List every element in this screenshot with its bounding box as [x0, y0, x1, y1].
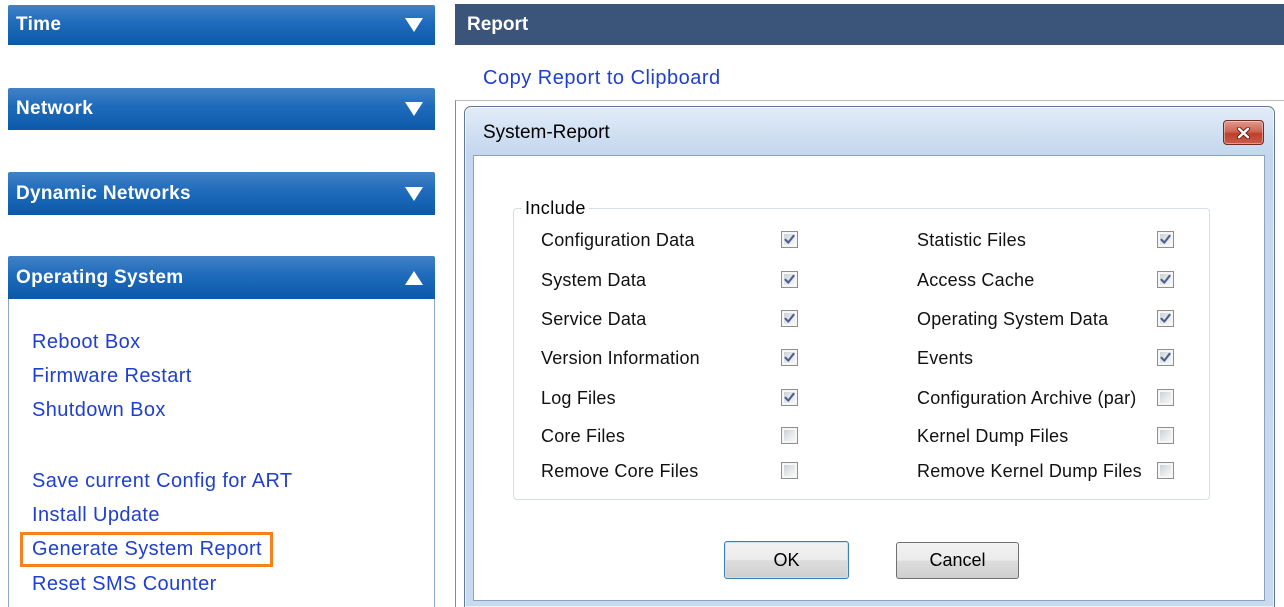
option-label: Events [917, 348, 974, 368]
checkmark-icon [784, 392, 795, 402]
configuration-data-checkbox[interactable] [781, 231, 798, 248]
save-config-for-art-link[interactable]: Save current Config for ART [20, 464, 304, 499]
operating-system-panel: Reboot Box Firmware Restart Shutdown Box… [8, 299, 435, 607]
dialog-close-button[interactable] [1223, 120, 1264, 145]
report-header: Report [455, 4, 1284, 45]
option-label: Statistic Files [917, 230, 1027, 250]
version-information-checkbox[interactable] [781, 349, 798, 366]
checkmark-icon [1160, 313, 1171, 323]
statistic-files-checkbox[interactable] [1157, 231, 1174, 248]
option-kernel-dump-files: Kernel Dump Files [917, 424, 1187, 448]
events-checkbox[interactable] [1157, 349, 1174, 366]
option-log-files: Log Files [541, 386, 811, 410]
checkmark-icon [784, 313, 795, 323]
option-core-files: Core Files [541, 424, 811, 448]
checkmark-icon [1160, 234, 1171, 244]
dialog-title: System-Report [483, 122, 610, 143]
install-update-link[interactable]: Install Update [20, 498, 171, 533]
option-service-data: Service Data [541, 307, 811, 331]
option-label: Remove Core Files [541, 461, 699, 481]
operating-system-data-checkbox[interactable] [1157, 310, 1174, 327]
system-data-checkbox[interactable] [781, 271, 798, 288]
option-system-data: System Data [541, 268, 811, 292]
option-label: Kernel Dump Files [917, 426, 1069, 446]
option-label: Version Information [541, 348, 700, 368]
section-title: Time [16, 14, 62, 35]
checkmark-icon [1160, 274, 1171, 284]
option-label: Service Data [541, 309, 647, 329]
section-header-network[interactable]: Network [8, 88, 435, 130]
option-label: Configuration Archive (par) [917, 388, 1137, 408]
section-title: Operating System [16, 266, 184, 288]
option-remove-kernel-dump-files: Remove Kernel Dump Files [917, 459, 1187, 483]
dialog-client-area: Include Configuration Data System Data S… [473, 155, 1265, 601]
option-label: Log Files [541, 388, 616, 408]
option-operating-system-data: Operating System Data [917, 307, 1187, 331]
triangle-down-icon [405, 102, 423, 116]
triangle-up-icon [405, 270, 423, 285]
section-header-time[interactable]: Time [8, 5, 435, 45]
option-configuration-archive: Configuration Archive (par) [917, 386, 1187, 410]
option-configuration-data: Configuration Data [541, 228, 811, 252]
configuration-archive-checkbox[interactable] [1157, 389, 1174, 406]
shutdown-box-link[interactable]: Shutdown Box [20, 393, 177, 428]
close-icon [1236, 126, 1251, 139]
option-version-information: Version Information [541, 346, 811, 370]
service-data-checkbox[interactable] [781, 310, 798, 327]
generate-system-report-link[interactable]: Generate System Report [20, 532, 274, 567]
checkmark-icon [784, 274, 795, 284]
report-output-area: System-Report Include Configuration Data… [455, 100, 1284, 607]
include-group-label: Include [522, 196, 589, 220]
option-label: Access Cache [917, 270, 1035, 290]
remove-kernel-dump-files-checkbox[interactable] [1157, 462, 1174, 479]
access-cache-checkbox[interactable] [1157, 271, 1174, 288]
section-title: Network [16, 98, 94, 119]
cancel-button[interactable]: Cancel [896, 542, 1019, 579]
copy-report-to-clipboard-link[interactable]: Copy Report to Clipboard [483, 66, 721, 90]
option-access-cache: Access Cache [917, 268, 1187, 292]
log-files-checkbox[interactable] [781, 389, 798, 406]
option-events: Events [917, 346, 1187, 370]
reset-sms-counter-link[interactable]: Reset SMS Counter [20, 567, 228, 602]
section-header-dynamic-networks[interactable]: Dynamic Networks [8, 172, 435, 215]
option-label: System Data [541, 270, 647, 290]
reboot-box-link[interactable]: Reboot Box [20, 325, 152, 360]
triangle-down-icon [405, 18, 423, 32]
option-label: Operating System Data [917, 309, 1109, 329]
firmware-restart-link[interactable]: Firmware Restart [20, 359, 203, 394]
system-report-dialog: System-Report Include Configuration Data… [464, 106, 1275, 607]
report-title: Report [467, 13, 529, 35]
section-header-operating-system[interactable]: Operating System [8, 256, 435, 299]
option-remove-core-files: Remove Core Files [541, 459, 811, 483]
core-files-checkbox[interactable] [781, 427, 798, 444]
triangle-down-icon [405, 186, 423, 201]
option-label: Remove Kernel Dump Files [917, 461, 1142, 481]
option-statistic-files: Statistic Files [917, 228, 1187, 252]
kernel-dump-files-checkbox[interactable] [1157, 427, 1174, 444]
include-group-box: Include Configuration Data System Data S… [513, 196, 1210, 500]
option-label: Configuration Data [541, 230, 695, 250]
checkmark-icon [784, 234, 795, 244]
section-title: Dynamic Networks [16, 182, 191, 204]
option-label: Core Files [541, 426, 626, 446]
remove-core-files-checkbox[interactable] [781, 462, 798, 479]
checkmark-icon [1160, 352, 1171, 362]
ok-button[interactable]: OK [724, 541, 849, 579]
checkmark-icon [784, 352, 795, 362]
